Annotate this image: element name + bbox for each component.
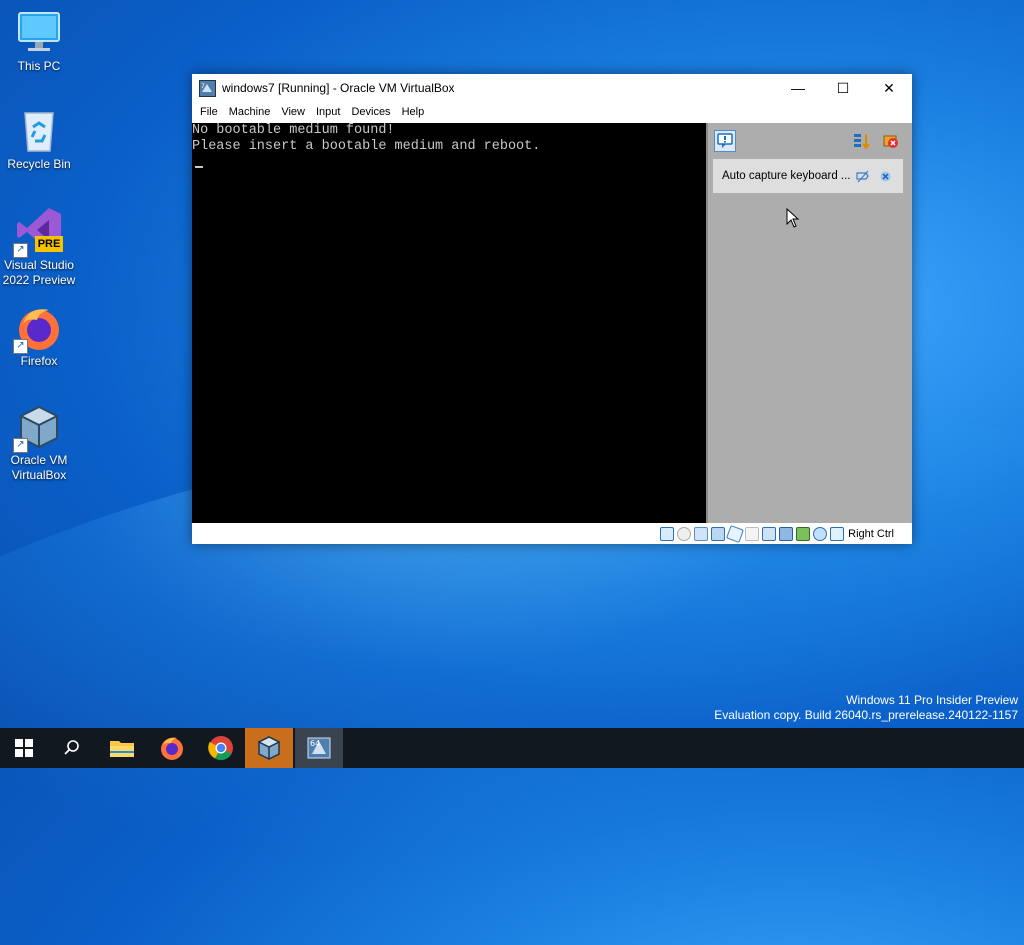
taskbar-firefox[interactable] (148, 728, 196, 768)
speech-bubble-icon (717, 133, 733, 148)
virtualbox-vm-window[interactable]: 7 windows7 [Running] - Oracle VM Virtual… (192, 74, 912, 544)
chrome-icon (208, 736, 233, 761)
menu-input[interactable]: Input (311, 102, 346, 123)
close-icon (880, 171, 891, 182)
recycle-bin-icon (15, 107, 63, 155)
keyboard-capture-icon[interactable] (830, 526, 845, 541)
desktop-icon-virtualbox[interactable]: ↗ Oracle VM VirtualBox (0, 403, 79, 483)
notification-center-panel: Auto capture keyboard ... (706, 123, 912, 523)
hard-disk-icon[interactable] (660, 526, 675, 541)
evaluation-watermark: Windows 11 Pro Insider Preview Evaluatio… (714, 693, 1018, 723)
taskbar-file-explorer[interactable] (98, 728, 146, 768)
shortcut-arrow-icon: ↗ (13, 243, 28, 258)
sort-order-button[interactable] (853, 133, 871, 154)
text-cursor (195, 166, 203, 168)
audio-icon[interactable] (694, 526, 709, 541)
window-title: windows7 [Running] - Oracle VM VirtualBo… (222, 81, 455, 95)
mouse-integration-icon[interactable] (813, 526, 828, 541)
search-icon (64, 740, 79, 755)
taskbar-vm-window[interactable]: 64 (295, 728, 343, 768)
optical-drive-icon[interactable] (677, 526, 692, 541)
notification-text: Auto capture keyboard ... (722, 170, 851, 182)
shortcut-arrow-icon: ↗ (13, 438, 28, 453)
shortcut-arrow-icon: ↗ (13, 339, 28, 354)
close-notification-button[interactable] (879, 170, 892, 186)
vm-screen-line: Please insert a bootable medium and rebo… (192, 139, 541, 154)
desktop-icon-label: Recycle Bin (7, 157, 71, 171)
taskbar-chrome[interactable] (197, 728, 245, 768)
close-button[interactable]: ✕ (866, 74, 912, 102)
title-bar[interactable]: 7 windows7 [Running] - Oracle VM Virtual… (192, 74, 912, 102)
desktop-icon-firefox[interactable]: ↗ Firefox (0, 304, 79, 369)
virtualbox-vm-icon: 64 (307, 737, 331, 759)
menu-help[interactable]: Help (397, 102, 431, 123)
menu-machine[interactable]: Machine (224, 102, 277, 123)
vm-screen-line: No bootable medium found! (192, 123, 395, 138)
virtualbox-icon (257, 736, 281, 760)
folder-icon (110, 741, 134, 757)
host-key-label: Right Ctrl (848, 527, 894, 540)
windows-logo-icon (15, 739, 33, 757)
watermark-edition: Windows 11 Pro Insider Preview (846, 693, 1018, 707)
sort-icon (854, 134, 870, 150)
firefox-icon: ↗ (13, 304, 63, 354)
minimize-button[interactable]: — (775, 74, 821, 102)
virtualbox-vm-icon: 7 (199, 80, 216, 97)
desktop-icon-label: Firefox (20, 354, 58, 368)
firefox-icon (161, 737, 183, 760)
desktop-icon-this-pc[interactable]: This PC (0, 9, 79, 74)
virtualbox-icon: ↗ (13, 403, 63, 453)
notification-center-button[interactable] (714, 130, 736, 152)
menu-view[interactable]: View (276, 102, 311, 123)
video-capture-icon[interactable] (779, 526, 794, 541)
watermark-build: Evaluation copy. Build 26040.rs_prerelea… (714, 708, 1018, 722)
clear-all-icon (883, 135, 898, 148)
mouse-pointer-icon (786, 207, 800, 233)
desktop-icon-visual-studio[interactable]: PRE ↗ Visual Studio 2022 Preview (0, 206, 79, 288)
display-icon[interactable] (762, 526, 777, 541)
svg-text:64: 64 (310, 739, 320, 748)
desktop-icon-label: Oracle VM VirtualBox (10, 453, 68, 482)
maximize-button[interactable]: ☐ (820, 74, 866, 102)
do-not-show-again-button[interactable] (856, 170, 869, 186)
usb-icon[interactable] (726, 524, 745, 543)
preview-badge: PRE (35, 236, 63, 252)
monitor-icon (15, 9, 63, 57)
visual-studio-icon: PRE ↗ (13, 206, 63, 258)
status-bar: Right Ctrl (192, 523, 912, 544)
menu-devices[interactable]: Devices (346, 102, 396, 123)
dismiss-all-button[interactable] (882, 132, 900, 155)
taskbar: 64 (0, 728, 1024, 768)
network-icon[interactable] (711, 526, 726, 541)
notification-card[interactable]: Auto capture keyboard ... (713, 159, 903, 193)
menu-bar: File Machine View Input Devices Help (192, 102, 912, 123)
suppress-icon (856, 170, 869, 183)
desktop-icon-label: Visual Studio 2022 Preview (2, 258, 76, 287)
start-button[interactable] (0, 728, 48, 768)
shared-folders-icon[interactable] (745, 526, 760, 541)
cpu-icon[interactable] (796, 526, 811, 541)
menu-file[interactable]: File (195, 102, 224, 123)
taskbar-virtualbox-manager[interactable] (245, 728, 293, 768)
vm-display[interactable]: No bootable medium found! Please insert … (192, 123, 706, 523)
search-button[interactable] (48, 728, 96, 768)
desktop-icon-recycle-bin[interactable]: Recycle Bin (0, 107, 79, 172)
desktop-icon-label: This PC (17, 59, 61, 73)
svg-text:7: 7 (201, 83, 205, 90)
